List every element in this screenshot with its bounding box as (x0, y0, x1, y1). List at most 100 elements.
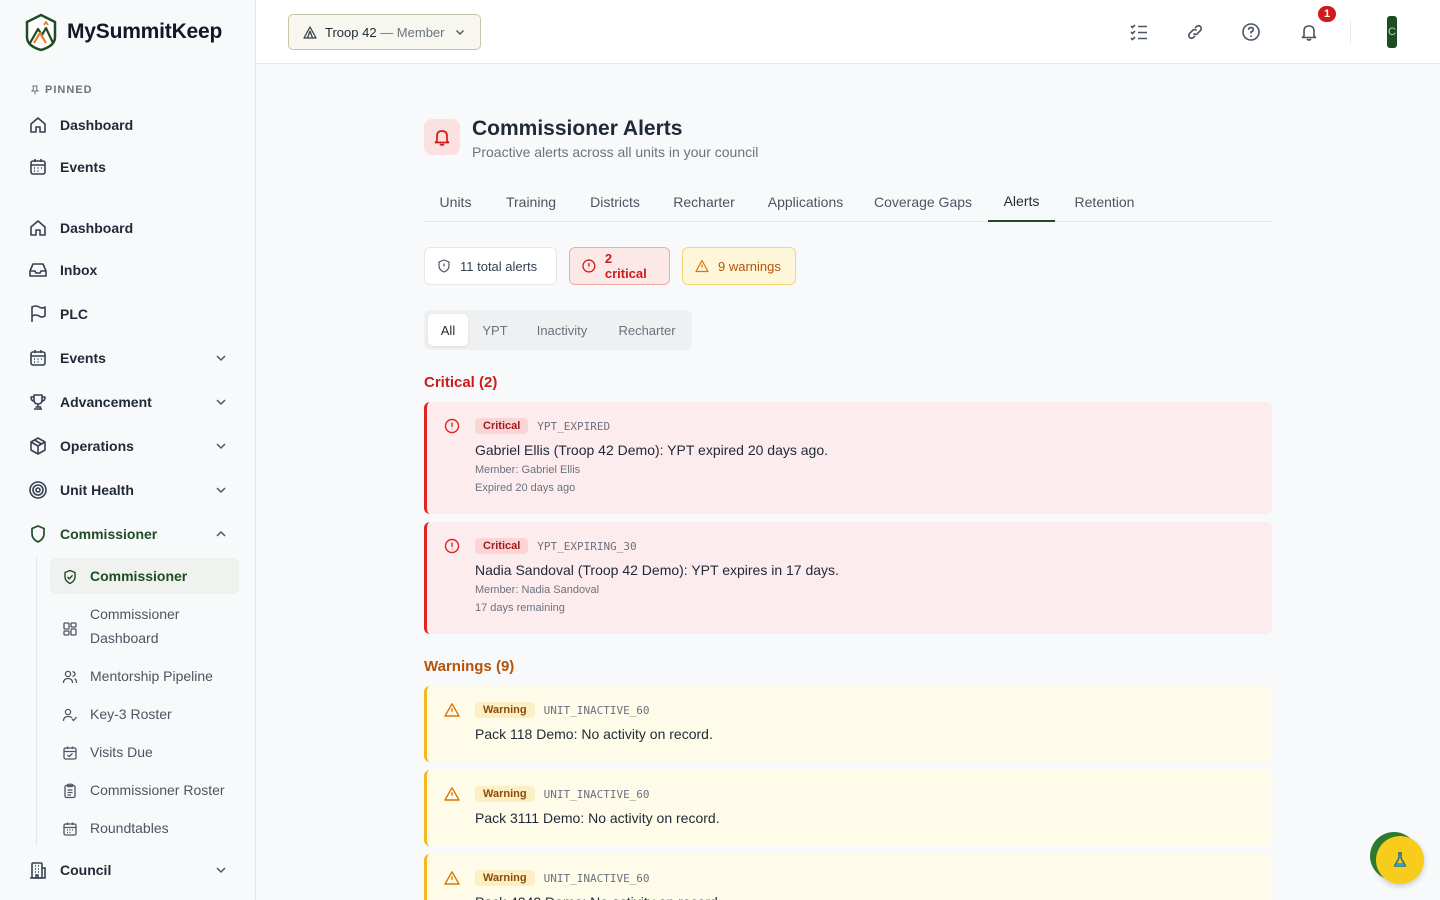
users-icon (62, 668, 78, 684)
bell-icon (434, 130, 450, 146)
help-button[interactable] (1239, 20, 1263, 44)
severity-badge: Critical (475, 538, 529, 554)
tab-alerts[interactable]: Alerts (988, 182, 1055, 222)
links-button[interactable] (1183, 20, 1207, 44)
unit-selector[interactable]: Troop 42 — Member (288, 14, 481, 50)
subnav-item-label: Key-3 Roster (90, 706, 172, 722)
alert-card[interactable]: Critical YPT_EXPIRING_30 Nadia Sandoval … (424, 522, 1272, 634)
pinned-item-label: Events (60, 159, 106, 175)
filter-recharter[interactable]: Recharter (606, 314, 688, 346)
tab-applications[interactable]: Applications (757, 182, 854, 222)
alert-code: YPT_EXPIRING_30 (537, 539, 637, 553)
alert-card[interactable]: Warning UNIT_INACTIVE_60 Pack 4242 Demo:… (424, 854, 1272, 900)
task-list-button[interactable] (1127, 20, 1151, 44)
subnav-item-commissioner-roster[interactable]: Commissioner Roster (50, 772, 239, 808)
chevron-down-icon (216, 867, 226, 874)
brand-name: MySummitKeep (67, 20, 223, 43)
sidebar-item-plc[interactable]: PLC (28, 302, 228, 326)
sidebar-item-council[interactable]: Council (28, 858, 228, 882)
warning-alerts-stat: 9 warnings (682, 247, 796, 285)
pinned-item-dashboard[interactable]: Dashboard (28, 113, 228, 137)
filter-ypt[interactable]: YPT (472, 314, 518, 346)
calendar-icon (28, 157, 48, 177)
sidebar-item-inbox[interactable]: Inbox (28, 258, 228, 282)
alert-detail: Expired 20 days ago (475, 482, 576, 494)
alert-member: Member: Nadia Sandoval (475, 584, 600, 596)
pinned-section-label: PINNED (30, 84, 255, 96)
clipboard-list-icon (62, 782, 78, 799)
subnav-item-label: Commissioner Dashboard (90, 606, 180, 646)
trophy-icon (28, 392, 48, 412)
critical-section-title: Critical (2) (424, 374, 498, 391)
subnav-item-key3-roster[interactable]: Key-3 Roster (50, 696, 239, 732)
alert-triangle-icon (444, 786, 460, 802)
sidebar-item-label: Operations (60, 438, 134, 454)
page-icon (424, 119, 460, 155)
sidebar-item-label: Unit Health (60, 482, 134, 498)
bell-icon (1301, 25, 1317, 41)
pinned-item-events[interactable]: Events (28, 155, 228, 179)
sidebar-item-label: Commissioner (60, 526, 158, 542)
page-subtitle: Proactive alerts across all units in you… (472, 144, 759, 160)
alert-filter-group: All YPT Inactivity Recharter (424, 310, 692, 350)
link-icon (1187, 24, 1203, 40)
mountain-logo-icon (25, 13, 57, 51)
pinned-item-label: Dashboard (60, 117, 134, 133)
top-bar: Troop 42 — Member 1 C (256, 0, 1440, 64)
alert-card[interactable]: Warning UNIT_INACTIVE_60 Pack 118 Demo: … (424, 686, 1272, 762)
filter-inactivity[interactable]: Inactivity (522, 314, 602, 346)
tab-coverage-gaps[interactable]: Coverage Gaps (866, 182, 980, 222)
calendar-check-icon (62, 744, 78, 760)
alert-card[interactable]: Critical YPT_EXPIRED Gabriel Ellis (Troo… (424, 402, 1272, 514)
tab-districts[interactable]: Districts (579, 182, 651, 222)
sidebar-item-commissioner[interactable]: Commissioner (28, 522, 228, 546)
sidebar-item-advancement[interactable]: Advancement (28, 390, 228, 414)
home-icon (28, 218, 48, 238)
list-checks-icon (1130, 24, 1147, 41)
help-circle-icon (1242, 23, 1260, 41)
subnav-item-commissioner[interactable]: Commissioner (50, 558, 239, 594)
alert-message: Pack 118 Demo: No activity on record. (475, 726, 713, 742)
pin-icon (31, 85, 39, 95)
severity-badge: Warning (475, 870, 535, 886)
commissioner-subnav: Commissioner Commissioner Dashboard Ment… (36, 556, 239, 846)
severity-badge: Warning (475, 786, 535, 802)
sidebar-item-events[interactable]: Events (28, 346, 228, 370)
sidebar: MySummitKeep PINNED Dashboard Events Das… (0, 0, 256, 900)
alert-code: UNIT_INACTIVE_60 (543, 871, 650, 885)
tab-units[interactable]: Units (424, 182, 487, 222)
subnav-item-roundtables[interactable]: Roundtables (50, 810, 239, 846)
floating-action-button[interactable] (1376, 836, 1424, 884)
sidebar-item-unit-health[interactable]: Unit Health (28, 478, 228, 502)
subnav-item-visits-due[interactable]: Visits Due (50, 734, 239, 770)
filter-all[interactable]: All (428, 314, 468, 346)
divider (1350, 20, 1351, 44)
unit-role: — Member (380, 24, 445, 40)
critical-alerts-text: 2 critical (604, 251, 647, 281)
notifications-button[interactable] (1297, 20, 1321, 44)
sidebar-item-dashboard[interactable]: Dashboard (28, 216, 228, 240)
sidebar-item-operations[interactable]: Operations (28, 434, 228, 458)
subnav-item-commissioner-dashboard[interactable]: Commissioner Dashboard (50, 596, 200, 656)
inbox-icon (28, 260, 48, 280)
home-icon (28, 115, 48, 135)
tab-recharter[interactable]: Recharter (663, 182, 745, 222)
sidebar-item-label: Advancement (60, 394, 152, 410)
total-alerts-stat: 11 total alerts (424, 247, 557, 285)
avatar[interactable]: C (1387, 16, 1397, 48)
chevron-down-icon (456, 30, 464, 35)
tab-bar: Units Training Districts Recharter Appli… (424, 182, 1272, 222)
severity-badge: Warning (475, 702, 535, 718)
tab-training[interactable]: Training (495, 182, 567, 222)
building-icon (28, 860, 48, 880)
critical-alerts-stat: 2 critical (569, 247, 670, 285)
unit-name: Troop 42 (325, 24, 377, 40)
alert-detail: 17 days remaining (475, 602, 565, 614)
tab-retention[interactable]: Retention (1067, 182, 1142, 222)
alert-card[interactable]: Warning UNIT_INACTIVE_60 Pack 3111 Demo:… (424, 770, 1272, 846)
tent-icon (303, 26, 317, 39)
brand[interactable]: MySummitKeep (0, 0, 255, 64)
subnav-item-label: Commissioner Roster (90, 782, 225, 798)
alert-message: Pack 4242 Demo: No activity on record. (475, 892, 1272, 900)
subnav-item-mentorship-pipeline[interactable]: Mentorship Pipeline (50, 658, 239, 694)
